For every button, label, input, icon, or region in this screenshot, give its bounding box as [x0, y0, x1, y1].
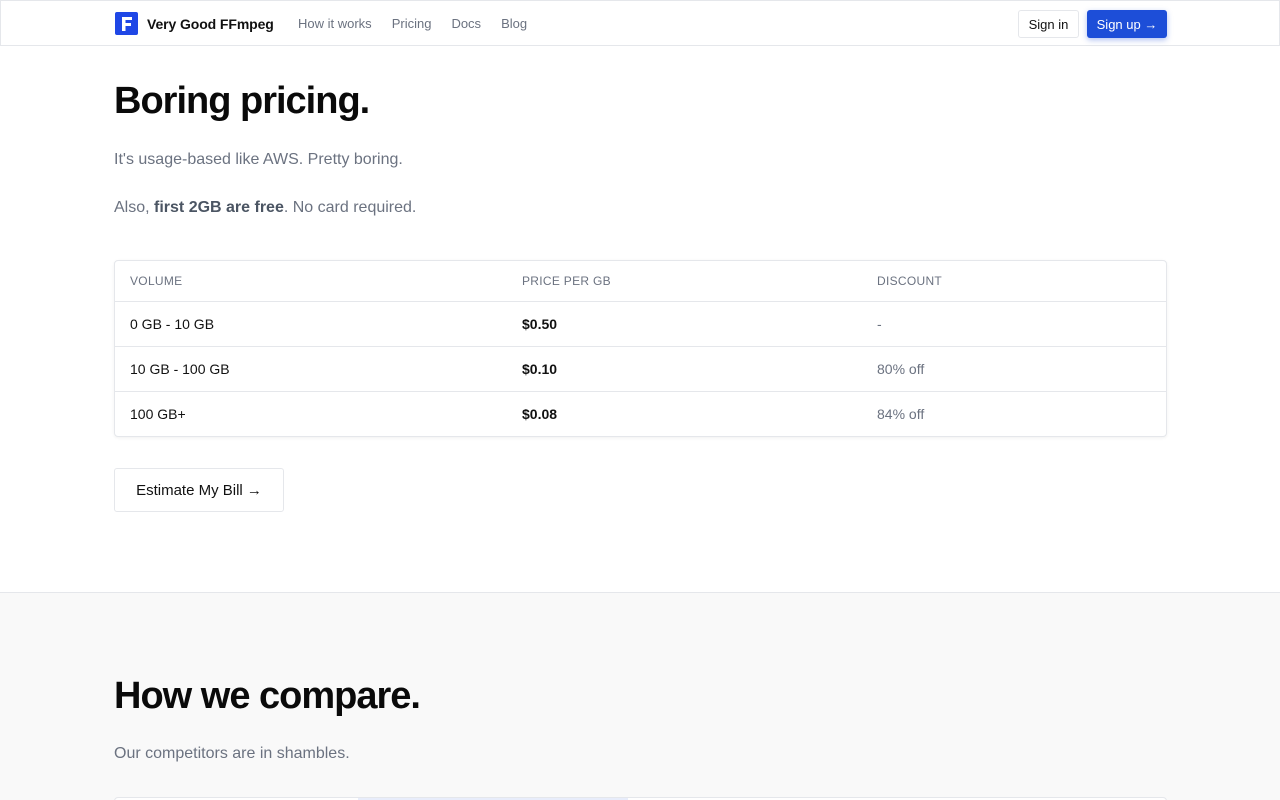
cell-discount: - — [877, 316, 882, 332]
pricing-title: Boring pricing. — [114, 80, 370, 122]
free-tier-note: Also, first 2GB are free. No card requir… — [114, 199, 416, 217]
nav-link-blog[interactable]: Blog — [501, 16, 527, 31]
nav-links: How it works Pricing Docs Blog — [298, 16, 527, 31]
sign-in-button[interactable]: Sign in — [1018, 10, 1079, 38]
header-discount: DISCOUNT — [877, 274, 943, 288]
cell-price: $0.50 — [522, 316, 558, 332]
nav-link-docs[interactable]: Docs — [451, 16, 481, 31]
free-tier-highlight: first 2GB are free — [154, 199, 284, 216]
cell-volume: 100 GB+ — [130, 406, 186, 422]
pricing-subtitle: It's usage-based like AWS. Pretty boring… — [114, 151, 403, 168]
header-price-per-gb: PRICE PER GB — [522, 274, 611, 288]
table-row: 100 GB+ $0.08 84% off — [115, 392, 1166, 436]
top-navbar: Very Good FFmpeg How it works Pricing Do… — [0, 0, 1280, 46]
compare-subtitle: Our competitors are in shambles. — [114, 745, 350, 762]
cell-volume: 10 GB - 100 GB — [130, 361, 230, 377]
pricing-table-header: VOLUME PRICE PER GB DISCOUNT — [115, 261, 1166, 302]
logo-f-glyph — [121, 16, 132, 31]
cell-price: $0.10 — [522, 361, 558, 377]
compare-title: How we compare. — [114, 675, 421, 717]
header-volume: VOLUME — [130, 274, 183, 288]
estimate-bill-button[interactable]: Estimate My Bill → — [114, 468, 284, 512]
nav-link-how-it-works[interactable]: How it works — [298, 16, 372, 31]
logo-icon — [115, 12, 138, 35]
brand-name: Very Good FFmpeg — [147, 15, 274, 32]
table-row: 10 GB - 100 GB $0.10 80% off — [115, 347, 1166, 392]
cell-price: $0.08 — [522, 406, 558, 422]
cell-discount: 84% off — [877, 406, 925, 422]
table-row: 0 GB - 10 GB $0.50 - — [115, 302, 1166, 347]
cell-volume: 0 GB - 10 GB — [130, 316, 215, 332]
sign-up-button[interactable]: Sign up → — [1087, 10, 1167, 38]
compare-section: How we compare. Our competitors are in s… — [0, 592, 1280, 800]
free-tier-prefix: Also, — [114, 199, 155, 216]
brand-link[interactable]: Very Good FFmpeg — [115, 12, 274, 35]
cell-discount: 80% off — [877, 361, 925, 377]
nav-link-pricing[interactable]: Pricing — [392, 16, 432, 31]
free-tier-suffix: . No card required. — [283, 199, 417, 216]
pricing-table: VOLUME PRICE PER GB DISCOUNT 0 GB - 10 G… — [114, 260, 1167, 437]
